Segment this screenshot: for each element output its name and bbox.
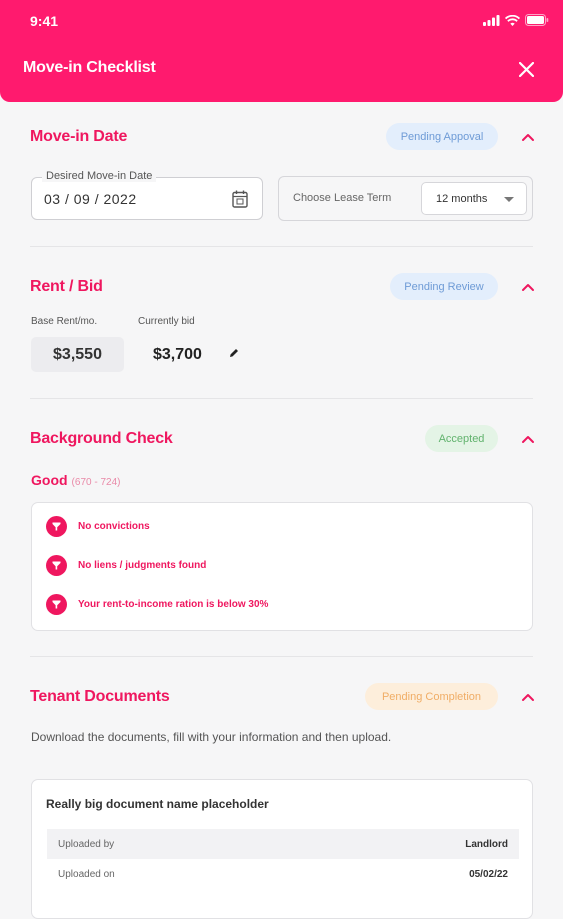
document-name: Really big document name placeholder [46, 797, 269, 811]
wifi-icon [505, 14, 520, 26]
uploaded-by-value: Landlord [465, 838, 508, 850]
lease-term-box: Choose Lease Term 12 months [278, 176, 533, 221]
current-bid-value: $3,700 [153, 346, 202, 363]
move-in-status-badge: Pending Appoval [386, 123, 498, 150]
lease-term-label: Choose Lease Term [293, 192, 392, 204]
lease-term-select[interactable]: 12 months [421, 182, 527, 215]
base-rent-label: Base Rent/mo. [31, 316, 98, 327]
pencil-icon[interactable] [228, 347, 240, 359]
credit-score-range: (670 - 724) [71, 477, 121, 488]
battery-icon [525, 14, 549, 26]
background-check-title: Background Check [30, 430, 173, 447]
signal-icon [483, 14, 500, 26]
close-button[interactable] [515, 58, 537, 80]
calendar-icon[interactable] [232, 190, 248, 208]
move-in-date-value: 03 / 09 / 2022 [44, 191, 137, 207]
base-rent-value: $3,550 [31, 337, 124, 372]
table-row: Uploaded by Landlord [47, 829, 519, 859]
chevron-up-icon[interactable] [521, 130, 535, 144]
credit-rating: Good (670 - 724) [31, 472, 120, 488]
list-item: No convictions [46, 516, 150, 537]
check-badge-icon [46, 555, 67, 576]
chevron-down-icon [504, 197, 514, 202]
check-item-text: No convictions [78, 521, 150, 532]
check-item-text: Your rent-to-income ration is below 30% [78, 599, 269, 610]
table-row: Uploaded on 05/02/22 [47, 859, 519, 889]
move-in-date-title: Move-in Date [30, 128, 128, 145]
tenant-documents-title: Tenant Documents [30, 688, 170, 705]
section-divider [30, 656, 533, 657]
check-badge-icon [46, 516, 67, 537]
status-time: 9:41 [30, 13, 59, 29]
credit-rating-label: Good [31, 472, 68, 488]
list-item: Your rent-to-income ration is below 30% [46, 594, 268, 615]
move-in-date-field[interactable]: Desired Move-in Date 03 / 09 / 2022 [31, 170, 263, 220]
documents-description: Download the documents, fill with your i… [31, 730, 392, 744]
check-badge-icon [46, 594, 67, 615]
rent-bid-title: Rent / Bid [30, 278, 103, 295]
background-status-badge: Accepted [425, 425, 498, 452]
chevron-up-icon[interactable] [521, 432, 535, 446]
chevron-up-icon[interactable] [521, 280, 535, 294]
current-bid-label: Currently bid [138, 316, 195, 327]
page-title: Move-in Checklist [23, 59, 156, 76]
rent-status-badge: Pending Review [390, 273, 498, 300]
section-divider [30, 398, 533, 399]
move-in-date-label: Desired Move-in Date [42, 170, 157, 182]
uploaded-on-value: 05/02/22 [469, 868, 508, 880]
uploaded-by-label: Uploaded by [58, 838, 115, 850]
background-check-card: No convictions No liens / judgments foun… [31, 502, 533, 631]
document-card[interactable]: Really big document name placeholder Upl… [31, 779, 533, 919]
lease-term-value: 12 months [436, 193, 488, 205]
check-item-text: No liens / judgments found [78, 560, 207, 571]
app-header: 9:41 Move-in Checklist [0, 0, 563, 102]
section-divider [30, 246, 533, 247]
uploaded-on-label: Uploaded on [58, 868, 115, 880]
status-icons [483, 14, 549, 26]
list-item: No liens / judgments found [46, 555, 206, 576]
chevron-up-icon[interactable] [521, 690, 535, 704]
documents-status-badge: Pending Completion [365, 683, 498, 710]
close-icon [518, 61, 534, 77]
